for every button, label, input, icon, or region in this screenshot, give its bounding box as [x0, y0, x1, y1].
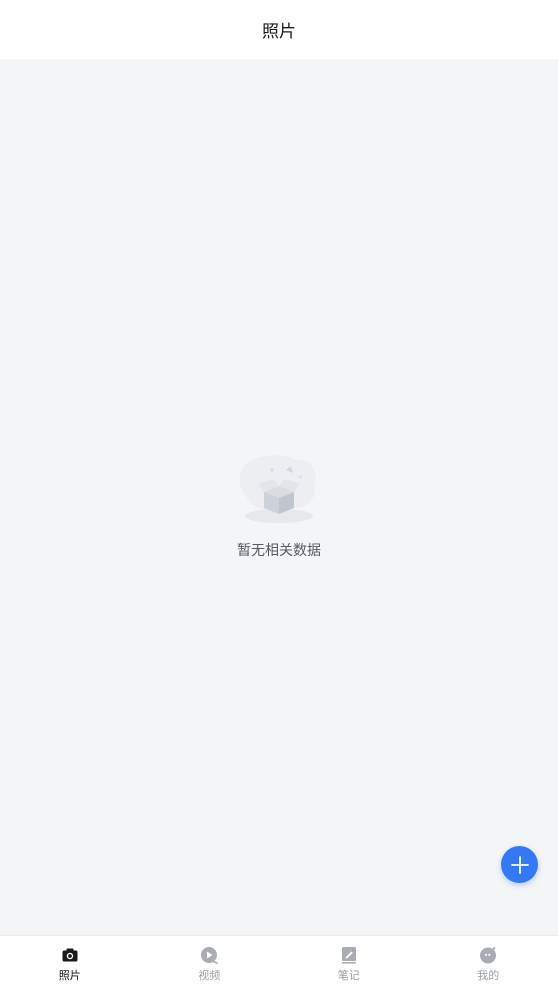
- tab-label: 视频: [198, 969, 221, 982]
- profile-icon: [480, 947, 497, 964]
- empty-box-illustration: [239, 455, 316, 523]
- empty-state: 暂无相关数据: [0, 448, 558, 560]
- camera-icon: [62, 948, 78, 962]
- play-icon: [201, 947, 219, 964]
- app-screen: 照片 暂无相关数据 照片 视频 笔记 我的: [0, 0, 558, 992]
- tab-notes[interactable]: 笔记: [279, 936, 419, 992]
- plus-icon: [510, 855, 529, 874]
- tab-label: 照片: [58, 969, 81, 982]
- bottom-tab-bar: 照片 视频 笔记 我的: [0, 935, 558, 992]
- note-icon: [341, 947, 356, 964]
- tab-profile[interactable]: 我的: [419, 936, 558, 992]
- empty-state-message: 暂无相关数据: [237, 543, 321, 559]
- add-button[interactable]: [501, 846, 538, 883]
- tab-photos[interactable]: 照片: [0, 936, 140, 992]
- tab-videos[interactable]: 视频: [140, 936, 280, 992]
- tab-label: 笔记: [337, 969, 360, 982]
- page-title: 照片: [262, 22, 296, 42]
- top-navigation-bar: 照片: [0, 0, 558, 59]
- tab-label: 我的: [477, 969, 500, 982]
